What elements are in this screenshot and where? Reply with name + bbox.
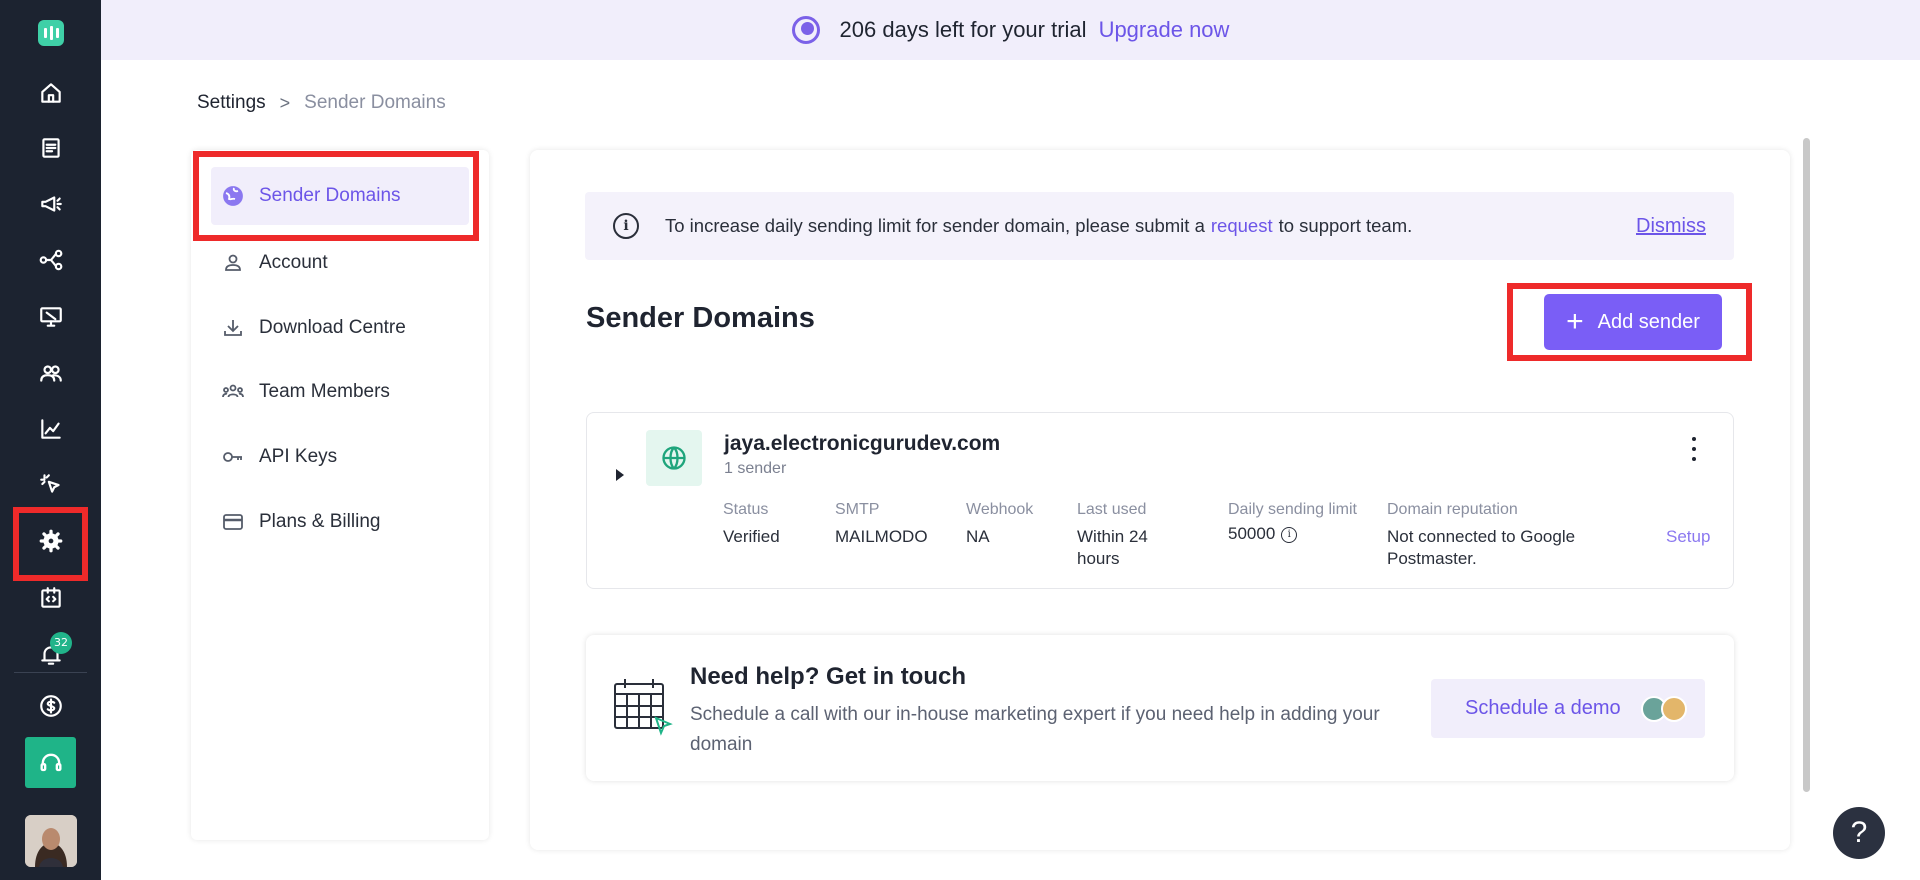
settings-nav: Sender Domains Account Download Centre T… [191,150,489,840]
expert-avatars [1641,696,1687,722]
card-icon [223,514,243,530]
sender-count: 1 sender [724,460,787,477]
schedule-demo-label: Schedule a demo [1465,697,1621,719]
expert-avatar [1661,696,1687,722]
more-options-icon[interactable] [1686,434,1702,464]
download-icon [224,320,242,336]
screen-icon[interactable] [30,296,71,337]
column-label: Webhook [966,501,1034,518]
breadcrumb-separator: > [279,92,291,113]
contacts-icon[interactable] [30,352,71,393]
globe-icon [662,446,686,470]
nav-label: API Keys [259,446,338,467]
click-icon[interactable] [30,463,71,504]
nav-label: Plans & Billing [259,511,381,532]
breadcrumb: Settings > Sender Domains [197,92,446,114]
limit-info-icon[interactable]: i [1281,526,1298,543]
add-sender-label: Add sender [1597,310,1700,333]
calendar-icon [614,679,673,736]
app-logo[interactable] [38,20,64,46]
help-fab[interactable]: ? [1833,807,1885,859]
column-value: NA [966,527,990,546]
column-status: Status Verified [723,500,780,548]
help-title: Need help? Get in touch [690,663,967,690]
nav-item-api-keys[interactable]: API Keys [211,428,469,486]
expand-caret-icon[interactable] [616,469,624,481]
plus-icon: + [1566,305,1584,338]
nav-label: Download Centre [259,317,406,338]
column-value: 50000 [1228,524,1276,543]
column-last-used: Last used Within 24 hours [1077,500,1187,570]
domain-globe [646,430,702,486]
nav-item-download-centre[interactable]: Download Centre [211,299,469,357]
breadcrumb-current: Sender Domains [304,92,446,113]
column-smtp: SMTP MAILMODO [835,500,928,548]
column-label: SMTP [835,501,880,518]
analytics-icon[interactable] [30,408,71,449]
nav-item-account[interactable]: Account [211,234,469,292]
add-sender-button[interactable]: + Add sender [1544,294,1722,350]
breadcrumb-settings[interactable]: Settings [197,92,266,114]
support-button[interactable] [25,737,76,788]
info-text-after: to support team. [1278,215,1413,236]
column-domain-reputation: Domain reputation Not connected to Googl… [1387,500,1617,570]
help-text: Schedule a call with our in-house market… [690,704,1380,755]
info-text-before: To increase daily sending limit for send… [665,215,1205,236]
dismiss-link[interactable]: Dismiss [1636,215,1706,238]
trial-text: 206 days left for your trial [839,17,1087,42]
document-icon[interactable] [30,127,71,168]
trial-moon-icon [791,16,820,44]
team-icon [222,384,244,398]
trial-banner: 206 days left for your trial Upgrade now [101,0,1920,60]
settings-icon[interactable] [30,520,71,561]
setup-link[interactable]: Setup [1666,527,1710,547]
nav-label: Team Members [259,381,390,402]
journey-icon[interactable] [30,239,71,280]
info-icon: i [613,213,639,239]
daily-limit-value: 50000 i [1228,523,1358,545]
column-value: MAILMODO [835,527,928,546]
nav-item-sender-domains[interactable]: Sender Domains [211,167,469,225]
page-title: Sender Domains [586,302,815,334]
column-webhook: Webhook NA [966,500,1033,548]
home-icon[interactable] [30,72,71,113]
info-bar: i To increase daily sending limit for se… [585,192,1734,260]
nav-item-plans-billing[interactable]: Plans & Billing [211,493,469,551]
column-value: Within 24 hours [1077,527,1148,568]
notification-badge: 32 [50,632,72,654]
rail-divider [14,672,87,673]
globe-icon [223,186,243,206]
column-label: Daily sending limit [1228,501,1357,518]
code-icon[interactable] [30,577,71,618]
avatar[interactable] [25,815,77,867]
key-icon [223,452,242,462]
scrollbar[interactable] [1803,138,1810,792]
column-label: Last used [1077,501,1147,518]
nav-label: Sender Domains [259,185,401,206]
billing-icon[interactable] [30,685,71,726]
upgrade-link[interactable]: Upgrade now [1099,17,1230,43]
nav-label: Account [259,252,328,273]
column-value: Not connected to Google Postmaster. [1387,527,1576,568]
request-link[interactable]: request [1211,215,1273,237]
app-rail: 32 [0,0,101,880]
user-icon [225,254,241,271]
headset-icon [40,753,61,771]
schedule-demo-button[interactable]: Schedule a demo [1431,679,1705,738]
domain-name: jaya.electronicgurudev.com [724,432,1001,455]
column-daily-limit: Daily sending limit 50000 i [1228,500,1358,545]
nav-item-team-members[interactable]: Team Members [211,363,469,421]
megaphone-icon[interactable] [30,183,71,224]
column-label: Status [723,501,769,518]
column-label: Domain reputation [1387,501,1518,518]
column-value: Verified [723,527,780,546]
